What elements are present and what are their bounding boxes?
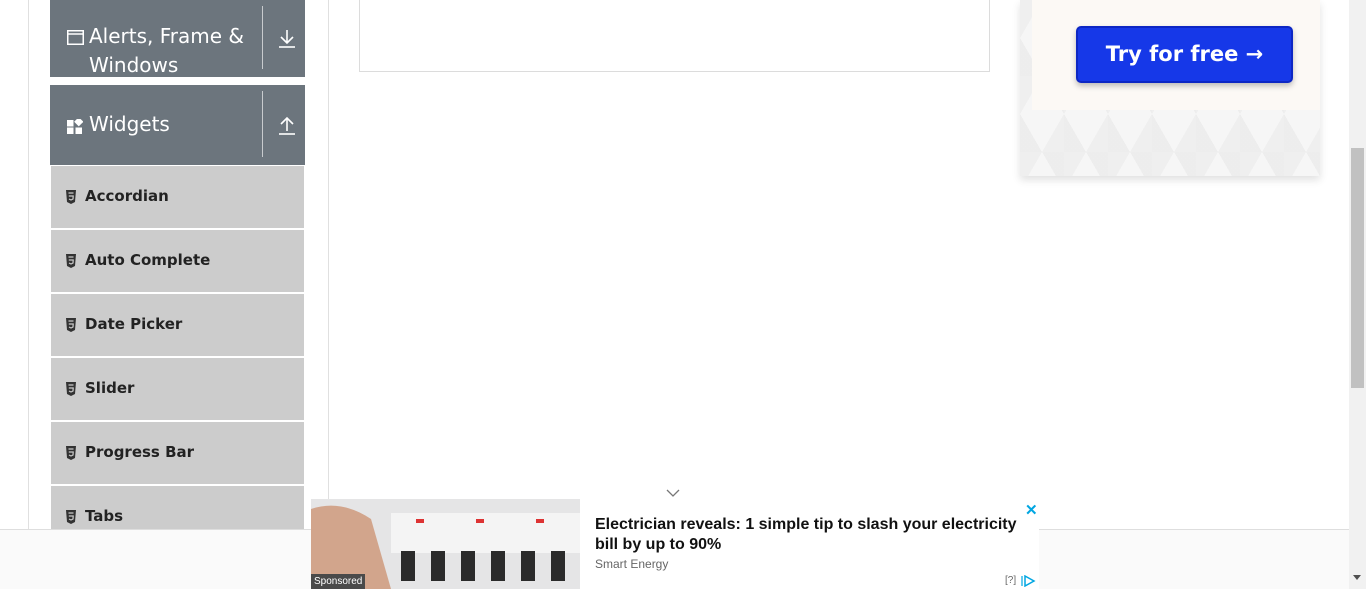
menu-item-label: Slider <box>85 379 135 397</box>
vertical-scrollbar[interactable] <box>1349 0 1366 589</box>
menu-item-label: Accordian <box>85 187 169 205</box>
right-ad-banner[interactable]: Try for free → <box>1020 0 1320 176</box>
try-for-free-button[interactable]: Try for free → <box>1076 26 1293 83</box>
ad-image[interactable]: Sponsored <box>311 499 580 589</box>
scrollbar-thumb[interactable] <box>1351 148 1364 388</box>
menu-item-label: Progress Bar <box>85 443 195 461</box>
scroll-down-arrow-icon[interactable] <box>1353 575 1361 580</box>
adchoices-icon[interactable] <box>1021 574 1037 588</box>
main-content-box <box>359 0 990 72</box>
chevron-down-icon[interactable] <box>666 485 680 497</box>
group-label: Widgets <box>89 112 170 136</box>
html5-icon <box>65 318 77 332</box>
menu-item-progress-bar[interactable]: Progress Bar <box>51 422 304 484</box>
window-icon <box>67 30 84 50</box>
widgets-icon <box>67 117 84 139</box>
menu-item-slider[interactable]: Slider <box>51 358 304 420</box>
ad-source[interactable]: Smart Energy <box>595 557 668 571</box>
upload-arrow-icon[interactable] <box>276 115 298 137</box>
html5-icon <box>65 190 77 204</box>
sponsored-label: Sponsored <box>311 574 366 589</box>
ad-headline[interactable]: Electrician reveals: 1 simple tip to sla… <box>595 515 1025 555</box>
menu-item-date-picker[interactable]: Date Picker <box>51 294 304 356</box>
bottom-ad[interactable]: Sponsored Electrician reveals: 1 simple … <box>311 499 1039 589</box>
group-alerts-frame-windows[interactable]: Alerts, Frame & Windows <box>50 0 305 77</box>
html5-icon <box>65 254 77 268</box>
html5-icon <box>65 382 77 396</box>
page: Alerts, Frame & Windows Widgets Accordia… <box>0 0 1366 589</box>
group-separator <box>262 6 263 69</box>
sidebar-border-right <box>328 0 329 530</box>
group-label: Alerts, Frame & <box>89 24 245 48</box>
menu-item-auto-complete[interactable]: Auto Complete <box>51 230 304 292</box>
menu-item-label: Date Picker <box>85 315 183 333</box>
menu-item-label: Tabs <box>85 507 124 525</box>
group-separator <box>262 91 263 157</box>
menu-item-accordian[interactable]: Accordian <box>51 166 304 228</box>
group-label-line2: Windows <box>89 53 179 77</box>
close-icon[interactable]: ✕ <box>1025 501 1038 519</box>
group-widgets[interactable]: Widgets <box>50 85 305 165</box>
ad-help-link[interactable]: [?] <box>1005 575 1016 586</box>
sidebar-border-left <box>28 0 29 530</box>
menu-item-label: Auto Complete <box>85 251 211 269</box>
html5-icon <box>65 446 77 460</box>
html5-icon <box>65 510 77 524</box>
download-arrow-icon[interactable] <box>276 28 298 50</box>
